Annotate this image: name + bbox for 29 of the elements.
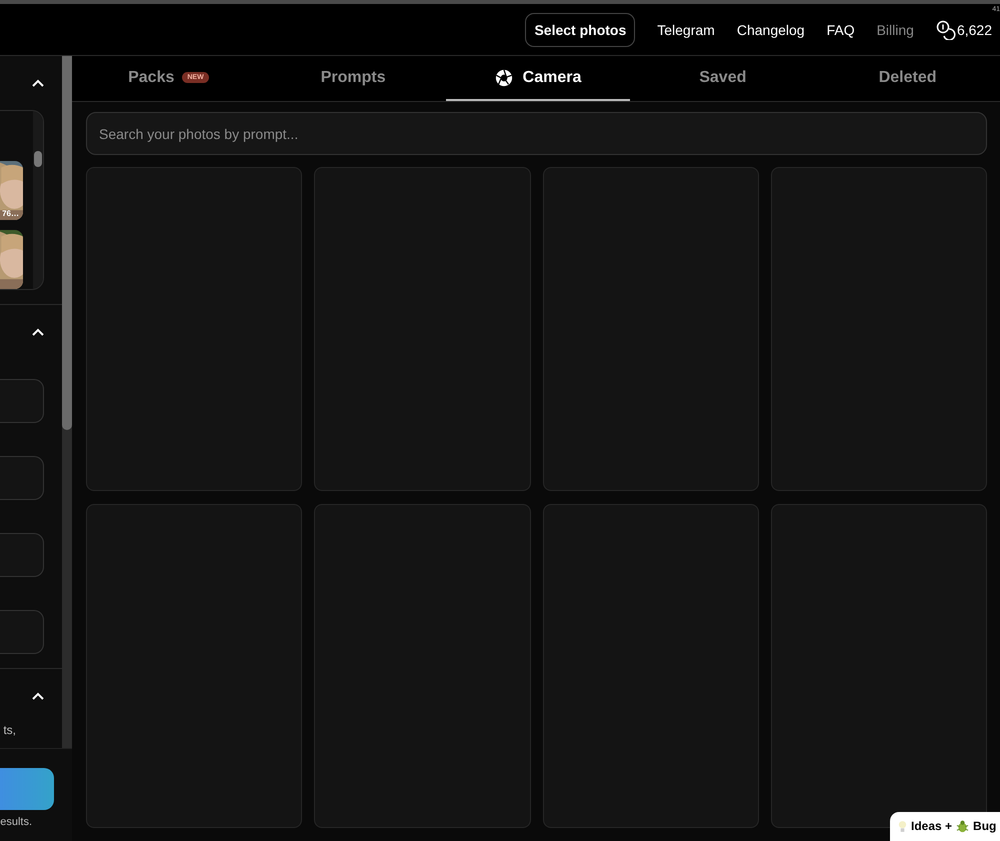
photo-caption: 76…: [2, 209, 19, 218]
footer-note: esults.: [0, 816, 32, 828]
feedback-button[interactable]: Ideas + Bug: [890, 812, 1000, 841]
input-field[interactable]: [0, 610, 44, 654]
select-photos-button[interactable]: Select photos: [525, 12, 636, 46]
action-button[interactable]: [0, 768, 54, 810]
chevron-up-icon[interactable]: [32, 328, 44, 336]
photo-thumbnail[interactable]: 76…: [0, 161, 23, 220]
scrollbar-thumb[interactable]: [62, 56, 72, 430]
chevron-up-icon[interactable]: [32, 692, 44, 700]
tab[interactable]: Saved: [630, 56, 816, 101]
tab[interactable]: Camera: [446, 56, 630, 101]
nav-link[interactable]: Telegram: [657, 22, 715, 38]
scrollbar-thumb[interactable]: [34, 151, 42, 167]
input-field[interactable]: [0, 379, 44, 423]
bug-icon: [956, 820, 970, 832]
nav-link[interactable]: FAQ: [826, 22, 855, 38]
tab[interactable]: Deleted: [815, 56, 1000, 101]
chevron-up-icon[interactable]: [32, 79, 44, 87]
search-field[interactable]: Search your photos by prompt...: [86, 112, 987, 155]
nav-link[interactable]: Changelog: [736, 22, 805, 38]
lightbulb-icon: [898, 820, 907, 832]
credits-count: 6,622: [956, 22, 992, 38]
input-field[interactable]: [0, 456, 44, 500]
aperture-icon: [494, 68, 513, 86]
section-text: ts,: [2, 723, 17, 739]
coins-icon: [936, 20, 956, 40]
input-field[interactable]: [0, 533, 44, 577]
tab[interactable]: Prompts: [260, 56, 446, 101]
